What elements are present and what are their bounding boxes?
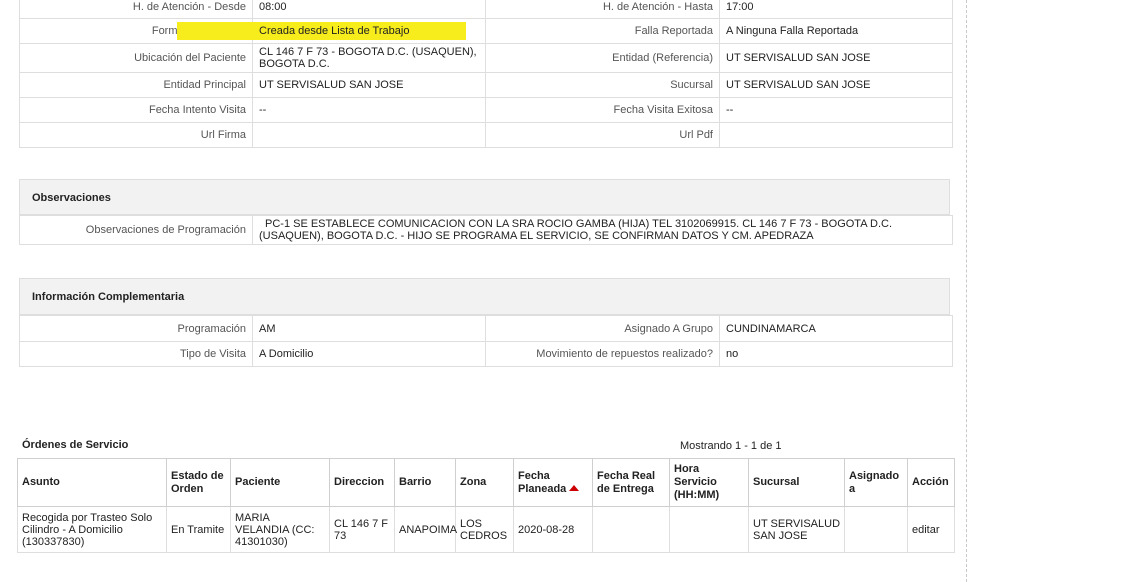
- ordenes-header-row: Asunto Estado de Orden Paciente Direccio…: [17, 458, 955, 507]
- label-url-pdf: Url Pdf: [485, 122, 720, 148]
- cell-estado: En Tramite: [166, 506, 231, 553]
- value-movimiento-repuestos: no: [719, 341, 953, 367]
- cell-sucursal: UT SERVISALUD SAN JOSE: [748, 506, 845, 553]
- col-barrio[interactable]: Barrio: [394, 458, 456, 507]
- col-direccion[interactable]: Direccion: [329, 458, 395, 507]
- value-forma-creacion: Creada desde Lista de Trabajo: [259, 25, 410, 37]
- col-asignado[interactable]: Asignado a: [844, 458, 908, 507]
- value-entidad-principal: UT SERVISALUD SAN JOSE: [252, 72, 486, 98]
- cell-fecha-planeada: 2020-08-28: [513, 506, 593, 553]
- cell-hora: [669, 506, 749, 553]
- value-observaciones-programacion: PC-1 SE ESTABLECE COMUNICACION CON LA SR…: [252, 215, 953, 245]
- label-observaciones-programacion: Observaciones de Programación: [19, 215, 253, 245]
- col-zona[interactable]: Zona: [455, 458, 514, 507]
- ordenes-title: Órdenes de Servicio: [22, 439, 129, 451]
- label-entidad-principal: Entidad Principal: [19, 72, 253, 98]
- detail-row: Fecha Intento Visita -- Fecha Visita Exi…: [19, 97, 953, 123]
- value-fecha-intento: --: [252, 97, 486, 123]
- label-entidad-referencia: Entidad (Referencia): [485, 43, 720, 73]
- ordenes-count: Mostrando 1 - 1 de 1: [680, 440, 782, 452]
- value-programacion: AM: [252, 315, 486, 342]
- info-complementaria-header: Información Complementaria: [19, 278, 950, 315]
- value-url-firma: [252, 122, 486, 148]
- value-atencion-hasta: 17:00: [719, 0, 953, 19]
- detail-table: H. de Atención - Desde 08:00 H. de Atenc…: [19, 0, 953, 148]
- editar-link[interactable]: editar: [907, 506, 955, 553]
- label-movimiento-repuestos: Movimiento de repuestos realizado?: [485, 341, 720, 367]
- label-url-firma: Url Firma: [19, 122, 253, 148]
- sort-asc-icon: [569, 484, 580, 491]
- value-falla-reportada: A Ninguna Falla Reportada: [719, 18, 953, 44]
- col-fecha-planeada-label: Fecha Planeada: [518, 469, 567, 495]
- col-paciente[interactable]: Paciente: [230, 458, 330, 507]
- label-atencion-hasta: H. de Atención - Hasta: [485, 0, 720, 19]
- col-estado-orden[interactable]: Estado de Orden: [166, 458, 231, 507]
- col-hora-servicio[interactable]: Hora Servicio (HH:MM): [669, 458, 749, 507]
- value-ubicacion-paciente: CL 146 7 F 73 - BOGOTA D.C. (USAQUEN), B…: [252, 43, 486, 73]
- label-programacion: Programación: [19, 315, 253, 342]
- value-fecha-exitosa: --: [719, 97, 953, 123]
- observaciones-row: Observaciones de Programación PC-1 SE ES…: [19, 215, 953, 245]
- value-asignado-grupo: CUNDINAMARCA: [719, 315, 953, 342]
- label-fecha-exitosa: Fecha Visita Exitosa: [485, 97, 720, 123]
- cell-asignado: [844, 506, 908, 553]
- detail-row: Ubicación del Paciente CL 146 7 F 73 - B…: [19, 43, 953, 73]
- cell-direccion: CL 146 7 F 73: [329, 506, 395, 553]
- col-asunto[interactable]: Asunto: [17, 458, 167, 507]
- detail-row: Forma de Creación Creada desde Lista de …: [19, 18, 953, 44]
- label-atencion-desde: H. de Atención - Desde: [19, 0, 253, 19]
- info-complementaria-table: Programación AM Asignado A Grupo CUNDINA…: [19, 315, 953, 367]
- col-fecha-real[interactable]: Fecha Real de Entrega: [592, 458, 670, 507]
- label-fecha-intento: Fecha Intento Visita: [19, 97, 253, 123]
- value-tipo-visita: A Domicilio: [252, 341, 486, 367]
- value-sucursal: UT SERVISALUD SAN JOSE: [719, 72, 953, 98]
- label-asignado-grupo: Asignado A Grupo: [485, 315, 720, 342]
- observaciones-header: Observaciones: [19, 179, 950, 215]
- label-ubicacion-paciente: Ubicación del Paciente: [19, 43, 253, 73]
- col-sucursal[interactable]: Sucursal: [748, 458, 845, 507]
- detail-row: Url Firma Url Pdf: [19, 122, 953, 148]
- ordenes-table: Asunto Estado de Orden Paciente Direccio…: [17, 458, 955, 553]
- cell-asunto: Recogida por Trasteo Solo Cilindro - A D…: [17, 506, 167, 553]
- col-accion: Acción: [907, 458, 955, 507]
- cell-paciente: MARIA VELANDIA (CC: 41301030): [230, 506, 330, 553]
- info-row: Tipo de Visita A Domicilio Movimiento de…: [19, 341, 953, 367]
- value-entidad-referencia: UT SERVISALUD SAN JOSE: [719, 43, 953, 73]
- page-divider: [966, 0, 967, 582]
- observaciones-table: Observaciones de Programación PC-1 SE ES…: [19, 215, 953, 245]
- cell-fecha-real: [592, 506, 670, 553]
- label-falla-reportada: Falla Reportada: [485, 18, 720, 44]
- label-tipo-visita: Tipo de Visita: [19, 341, 253, 367]
- label-sucursal: Sucursal: [485, 72, 720, 98]
- detail-row: H. de Atención - Desde 08:00 H. de Atenc…: [19, 0, 953, 19]
- table-row: Recogida por Trasteo Solo Cilindro - A D…: [17, 506, 955, 553]
- detail-row: Entidad Principal UT SERVISALUD SAN JOSE…: [19, 72, 953, 98]
- col-fecha-planeada[interactable]: Fecha Planeada: [513, 458, 593, 507]
- info-row: Programación AM Asignado A Grupo CUNDINA…: [19, 315, 953, 342]
- value-url-pdf: [719, 122, 953, 148]
- cell-barrio: ANAPOIMA: [394, 506, 457, 553]
- value-atencion-desde: 08:00: [252, 0, 486, 19]
- cell-zona: LOS CEDROS: [455, 506, 514, 553]
